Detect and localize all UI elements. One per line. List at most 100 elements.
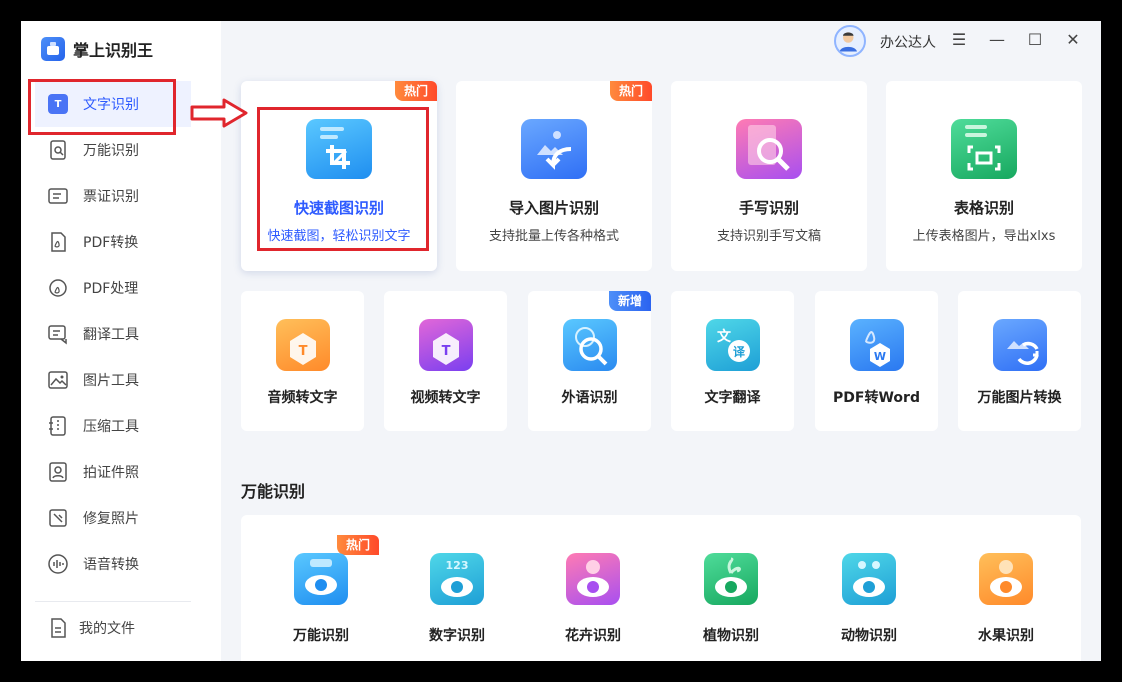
sidebar-item-label: PDF转换 [83,235,139,251]
sidebar-item-pdf-process[interactable]: PDF处理 [35,265,191,311]
item-title: 植物识别 [703,628,759,644]
sidebar-divider [35,601,191,602]
voice-icon [47,553,69,575]
card-title: 快速截图识别 [293,199,384,217]
my-files-label: 我的文件 [79,621,135,637]
app-name: 掌上识别王 [73,41,154,60]
item-plant[interactable]: 植物识别 [691,545,771,645]
card-subtitle: 支持识别手写文稿 [716,229,821,244]
avatar[interactable] [834,25,866,57]
svg-text:T: T [442,344,451,359]
user-name[interactable]: 办公达人 [880,32,936,52]
sidebar-item-label: 语音转换 [83,557,139,573]
card-title: 音频转文字 [267,390,338,406]
item-flower[interactable]: 花卉识别 [553,545,633,645]
flower-eye-icon [566,553,620,605]
card-title: 手写识别 [738,199,799,217]
item-digits[interactable]: 123 数字识别 [417,545,497,645]
item-title: 动物识别 [841,628,897,644]
card-title: 视频转文字 [410,390,481,406]
card-title: 外语识别 [561,390,618,406]
section-title: 万能识别 [241,482,306,501]
sidebar-item-translate[interactable]: 翻译工具 [35,311,191,357]
sidebar-item-label: PDF处理 [83,281,139,297]
table-scan-icon [951,119,1017,179]
item-title: 万能识别 [293,628,349,644]
item-title: 花卉识别 [565,628,621,644]
item-title: 水果识别 [978,628,1034,644]
card-table[interactable]: 表格识别 上传表格图片，导出xlxs [886,81,1082,271]
card-title: 导入图片识别 [508,199,599,217]
sidebar-item-voice[interactable]: 语音转换 [35,541,191,587]
sidebar-item-image-tools[interactable]: 图片工具 [35,357,191,403]
sidebar-item-label: 图片工具 [83,373,139,389]
maximize-icon[interactable]: ☐ [1026,31,1044,49]
app-window: 掌上识别王 T 文字识别 万能识别 票证识别 PDF转换 PDF处理 翻译工具 [21,21,1101,661]
svg-text:123: 123 [446,559,469,572]
brand: 掌上识别王 [41,37,153,61]
pdf-file-icon [47,231,69,253]
sidebar-item-label: 拍证件照 [83,465,139,481]
svg-text:T: T [299,344,308,359]
plant-eye-icon [704,553,758,605]
sidebar-item-label: 压缩工具 [83,419,139,435]
arrow-right-icon [190,98,248,128]
card-title: PDF转Word [833,390,920,406]
compress-icon [47,415,69,437]
handwriting-magnifier-icon [736,119,802,179]
audio-text-icon: T [276,319,330,371]
sidebar-item-label: 票证识别 [83,189,139,205]
image-icon [47,369,69,391]
card-handwriting[interactable]: 手写识别 支持识别手写文稿 [671,81,867,271]
svg-text:译: 译 [733,345,746,359]
menu-icon[interactable]: ☰ [950,31,968,49]
card-image-convert[interactable]: 万能图片转换 [958,291,1081,431]
card-title: 万能图片转换 [977,390,1062,406]
card-text-translate[interactable]: 文译 文字翻译 [671,291,794,431]
card-pdf-to-word[interactable]: W PDF转Word [815,291,938,431]
item-title: 数字识别 [429,628,485,644]
card-subtitle: 快速截图，轻松识别文字 [267,229,411,244]
card-subtitle: 支持批量上传各种格式 [488,229,619,244]
card-video-to-text[interactable]: T 视频转文字 [384,291,507,431]
my-files-button[interactable]: 我的文件 [35,605,191,651]
sidebar-item-ticket[interactable]: 票证识别 [35,173,191,219]
globe-magnifier-icon [563,319,617,371]
card-foreign-language[interactable]: 新增 外语识别 [528,291,651,431]
eye-scan-icon [294,553,348,605]
sidebar-item-pdf-convert[interactable]: PDF转换 [35,219,191,265]
id-photo-icon [47,461,69,483]
sidebar-item-label: 翻译工具 [83,327,139,343]
text-t-icon: T [47,93,69,115]
minimize-icon[interactable]: — [988,31,1006,49]
file-icon [47,617,69,639]
card-audio-to-text[interactable]: T 音频转文字 [241,291,364,431]
image-convert-icon [993,319,1047,371]
app-logo-icon [41,37,65,61]
sidebar-item-label: 文字识别 [83,97,139,113]
pdf-gear-icon [47,277,69,299]
sidebar-item-universal[interactable]: 万能识别 [35,127,191,173]
card-title: 文字翻译 [704,390,761,406]
universal-recognition-panel: 热门 万能识别 123 数字识别 花卉识别 植物识别 动物识别 水果识别 [241,515,1081,661]
hot-badge: 热门 [394,81,437,101]
repair-photo-icon [47,507,69,529]
close-icon[interactable]: ✕ [1064,31,1082,49]
card-import-image[interactable]: 热门 导入图片识别 支持批量上传各种格式 [456,81,652,271]
screenshot-crop-icon [306,119,372,179]
card-quick-screenshot[interactable]: 热门 快速截图识别 快速截图，轻松识别文字 [241,81,437,271]
sidebar-item-label: 修复照片 [83,511,139,527]
sidebar-item-compress[interactable]: 压缩工具 [35,403,191,449]
sidebar-item-text-recognition[interactable]: T 文字识别 [35,81,191,127]
item-animal[interactable]: 动物识别 [829,545,909,645]
item-fruit[interactable]: 水果识别 [966,545,1046,645]
hot-badge: 热门 [336,535,379,555]
svg-text:W: W [874,350,886,363]
sidebar-item-repair-photo[interactable]: 修复照片 [35,495,191,541]
item-universal[interactable]: 热门 万能识别 [281,535,379,645]
translate-icon [47,323,69,345]
pdf-word-icon: W [850,319,904,371]
animal-eye-icon [842,553,896,605]
sidebar-item-id-photo[interactable]: 拍证件照 [35,449,191,495]
ticket-icon [47,185,69,207]
